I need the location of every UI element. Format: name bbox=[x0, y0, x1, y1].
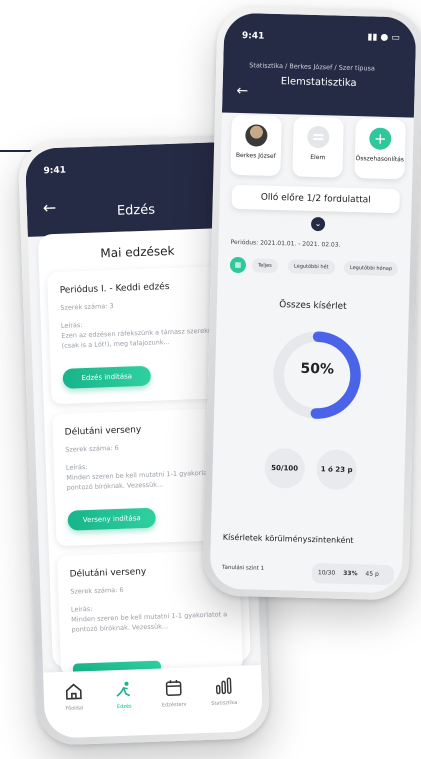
selector-label: Elem bbox=[310, 153, 326, 162]
condition-time: 45 p bbox=[365, 570, 379, 578]
breadcrumb[interactable]: Statisztika / Berkes József / Szer típus… bbox=[249, 61, 375, 72]
card-description: Ezen az edzésen ráfekszünk a támasz szer… bbox=[61, 326, 215, 350]
back-arrow-icon[interactable]: ← bbox=[236, 83, 248, 99]
tab-home[interactable]: Főoldal bbox=[51, 681, 96, 713]
condition-count: 10/30 bbox=[317, 569, 336, 577]
tab-training[interactable]: Edzés bbox=[101, 679, 146, 711]
card-title: Délutáni verseny bbox=[69, 567, 147, 580]
tab-label: Statisztika bbox=[211, 699, 238, 707]
avatar bbox=[245, 124, 268, 147]
panel-title: Mai edzések bbox=[100, 243, 175, 261]
card-apparatus-count: Szerek száma: 6 bbox=[65, 443, 119, 454]
element-stats-screen: 9:41 ▮▮ ● ▭ Statisztika / Berkes József … bbox=[209, 12, 417, 594]
bottom-tab-bar: Főoldal Edzés Edzésterv Statisztika bbox=[43, 665, 264, 739]
phone-element-stats: 9:41 ▮▮ ● ▭ Statisztika / Berkes József … bbox=[202, 5, 421, 601]
start-competition-button[interactable]: Verseny indítása bbox=[67, 507, 157, 531]
conditions-title: Kísérletek körülményszintenként bbox=[222, 532, 354, 546]
home-icon bbox=[65, 683, 82, 700]
calendar-icon[interactable]: ▦ bbox=[229, 256, 247, 274]
athlete-selector[interactable]: Berkes József bbox=[230, 114, 282, 177]
card-description: Minden szeren be kell mutatni 1-1 gyakor… bbox=[66, 468, 223, 492]
attempt-count: 50/100 bbox=[264, 447, 306, 489]
card-title: Periódus I. - Keddi edzés bbox=[59, 282, 170, 296]
gymnast-icon bbox=[116, 681, 131, 697]
card-title: Délutáni verseny bbox=[64, 425, 142, 438]
tab-statistics[interactable]: Statisztika bbox=[201, 676, 246, 708]
period-filters: ▦ Teljes Legutóbbi hét Legutóbbi hónap bbox=[229, 256, 404, 280]
plus-icon: + bbox=[369, 127, 392, 150]
tab-training-plan[interactable]: Edzésterv bbox=[151, 677, 196, 709]
condition-row[interactable]: Tanulási szint 1 10/30 33% 45 p bbox=[222, 561, 395, 587]
training-card[interactable]: Periódus I. - Keddi edzés Szerek száma: … bbox=[47, 265, 234, 405]
stats-header: 9:41 ▮▮ ● ▭ Statisztika / Berkes József … bbox=[221, 12, 417, 118]
selector-label: Összehasonlítás bbox=[355, 155, 405, 164]
page-title: Elemstatisztika bbox=[280, 76, 357, 90]
card-desc-label: Leírás: bbox=[65, 462, 88, 472]
status-time: 9:41 bbox=[241, 31, 265, 42]
chevron-down-icon[interactable]: ⌄ bbox=[310, 216, 326, 232]
card-desc-label: Leírás: bbox=[70, 604, 93, 614]
card-apparatus-count: Szerek száma: 3 bbox=[60, 301, 114, 312]
filter-last-month[interactable]: Legutóbbi hónap bbox=[343, 260, 399, 277]
attempts-title: Összes kísérlet bbox=[279, 300, 347, 312]
tab-label: Főoldal bbox=[65, 705, 84, 712]
tab-label: Edzés bbox=[116, 703, 132, 711]
condition-values: 10/30 33% 45 p bbox=[311, 563, 395, 586]
success-percent: 50% bbox=[300, 360, 335, 378]
calendar-icon bbox=[165, 679, 182, 697]
selector-label: Berkes József bbox=[235, 151, 276, 160]
signal-wifi-battery-icon: ▮▮ ● ▭ bbox=[367, 32, 401, 44]
period-range: Periódus: 2021.01.01. - 2021. 02.03. bbox=[230, 238, 341, 249]
condition-percent: 33% bbox=[343, 569, 358, 578]
apparatus-icon bbox=[307, 125, 330, 149]
status-time: 9:41 bbox=[43, 165, 67, 177]
filter-last-week[interactable]: Legutóbbi hét bbox=[287, 259, 335, 275]
condition-level: Tanulási szint 1 bbox=[221, 564, 265, 572]
card-apparatus-count: Szerek száma: 6 bbox=[70, 585, 124, 596]
tab-label: Edzésterv bbox=[161, 701, 187, 709]
compare-selector[interactable]: + Összehasonlítás bbox=[354, 118, 406, 180]
selector-row: Berkes József Elem + Összehasonlítás bbox=[230, 114, 406, 181]
card-desc-label: Leírás: bbox=[60, 321, 83, 330]
start-training-button[interactable]: Edzés indítása bbox=[62, 365, 152, 389]
bar-chart-icon bbox=[215, 677, 232, 695]
filter-full[interactable]: Teljes bbox=[251, 258, 278, 274]
element-dropdown[interactable]: Olló előre 1/2 fordulattal bbox=[231, 184, 401, 214]
card-description: Minden szeren be kell mutatni 1-1 gyakor… bbox=[71, 610, 228, 634]
element-selector[interactable]: Elem bbox=[292, 116, 344, 178]
total-time: 1 ó 23 p bbox=[316, 449, 358, 491]
